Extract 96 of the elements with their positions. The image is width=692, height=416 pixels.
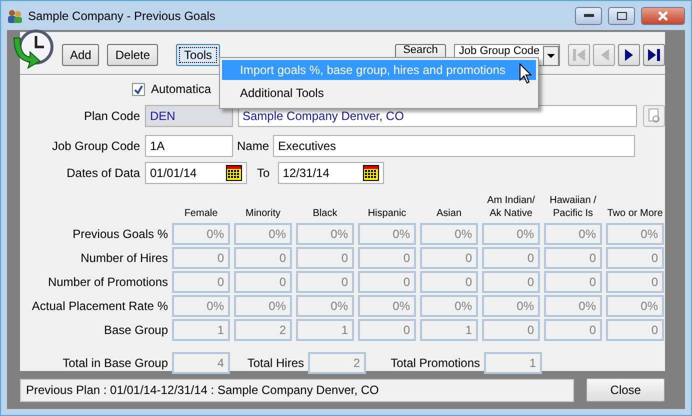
- value-cell: 0: [296, 271, 354, 293]
- value-cell: 0%: [172, 223, 230, 245]
- column-header: Am Indian/ Ak Native: [486, 194, 536, 221]
- value-cell: 0%: [420, 295, 478, 317]
- value-cell: 1: [172, 319, 230, 341]
- column-header: Asian: [435, 207, 462, 221]
- value-cell: 1: [420, 319, 478, 341]
- status-bar: Previous Plan : 01/01/14-12/31/14 : Sample Company Denver, CO: [20, 378, 574, 402]
- value-cell: 0%: [420, 223, 478, 245]
- close-window-button[interactable]: [641, 6, 685, 24]
- row-label: Number of Hires: [80, 251, 168, 265]
- value-cell: 0%: [296, 223, 354, 245]
- next-icon: [624, 48, 634, 62]
- column-header: Minority: [244, 207, 282, 221]
- column-header: Black: [312, 207, 338, 221]
- value-cell: 0%: [606, 223, 664, 245]
- value-cell: 0: [606, 247, 664, 269]
- value-cell: 0: [482, 319, 540, 341]
- column-header: Two or More: [606, 207, 664, 221]
- total-label: Total Hires: [246, 356, 305, 370]
- value-cell: 0: [358, 319, 416, 341]
- minimize-button[interactable]: [575, 6, 602, 24]
- toolbar-button[interactable]: Delete: [107, 44, 158, 66]
- checkbox-label: Automatica: [150, 82, 212, 96]
- value-cell: 0: [606, 319, 664, 341]
- input-field[interactable]: 1A: [145, 135, 233, 157]
- column-header: Hawaiian / Pacific Is: [548, 194, 598, 221]
- value-cell: 0: [482, 247, 540, 269]
- value-cell: 0%: [358, 295, 416, 317]
- close-button[interactable]: Close: [586, 378, 665, 402]
- value-cell: 0%: [482, 223, 540, 245]
- total-value: 4: [172, 352, 230, 374]
- value-cell: 0%: [544, 223, 602, 245]
- row-label: Previous Goals %: [72, 227, 168, 241]
- value-cell: 0: [172, 271, 230, 293]
- input-field[interactable]: Executives: [273, 135, 636, 157]
- minimize-icon: [584, 14, 594, 18]
- dropdown-icon[interactable]: [543, 46, 559, 66]
- date-field[interactable]: 01/01/14: [145, 162, 247, 184]
- lookup-icon[interactable]: [643, 105, 666, 127]
- value-cell: 1: [296, 319, 354, 341]
- last-icon: [648, 48, 660, 62]
- field-label: Job Group Code: [50, 139, 141, 153]
- value-cell: 2: [234, 319, 292, 341]
- row-label: Number of Promotions: [46, 275, 168, 289]
- column-header: Female: [183, 207, 219, 221]
- input-field[interactable]: DEN: [145, 105, 233, 127]
- value-cell: 0%: [234, 295, 292, 317]
- value-cell: 0: [172, 247, 230, 269]
- value-cell: 0: [482, 271, 540, 293]
- total-label: Total Promotions: [390, 356, 481, 370]
- nav-button[interactable]: [643, 44, 665, 66]
- field-label: Plan Code: [82, 109, 141, 123]
- value-cell: 0%: [234, 223, 292, 245]
- value-cell: 0: [420, 271, 478, 293]
- value-cell: 0%: [482, 295, 540, 317]
- maximize-icon: [616, 12, 626, 20]
- total-value: 1: [484, 352, 542, 374]
- field-label: Name: [236, 139, 270, 153]
- value-cell: 0: [420, 247, 478, 269]
- value-cell: 0%: [296, 295, 354, 317]
- close-icon: [658, 10, 668, 20]
- value-cell: 0%: [358, 223, 416, 245]
- total-value: 2: [308, 352, 366, 374]
- value-cell: 0: [234, 247, 292, 269]
- row-label: Actual Placement Rate %: [30, 299, 168, 313]
- field-label: To: [256, 166, 271, 180]
- value-cell: 0: [544, 319, 602, 341]
- previous-icon: [600, 48, 608, 62]
- calendar-icon[interactable]: [362, 165, 379, 181]
- toolbar-button[interactable]: Tools: [176, 44, 220, 66]
- value-cell: 0: [544, 271, 602, 293]
- value-cell: 0%: [172, 295, 230, 317]
- value-cell: 0: [296, 247, 354, 269]
- people-icon: [7, 8, 23, 24]
- value-cell: 0: [234, 271, 292, 293]
- value-cell: 0%: [606, 295, 664, 317]
- value-cell: 0: [606, 271, 664, 293]
- checkbox[interactable]: [132, 82, 145, 96]
- nav-button[interactable]: [618, 44, 640, 66]
- field-label: Dates of Data: [66, 166, 141, 180]
- value-cell: 0: [358, 271, 416, 293]
- value-cell: 0%: [544, 295, 602, 317]
- first-icon: [573, 48, 585, 62]
- maximize-button[interactable]: [608, 6, 635, 24]
- date-field[interactable]: 12/31/14: [278, 162, 384, 184]
- value-cell: 0: [544, 247, 602, 269]
- value-cell: 0: [358, 247, 416, 269]
- window-title: Sample Company - Previous Goals: [28, 8, 216, 22]
- column-header: Hispanic: [366, 207, 408, 221]
- calendar-icon[interactable]: [226, 165, 242, 181]
- cursor-icon: [519, 63, 533, 85]
- row-label: Base Group: [102, 323, 168, 337]
- toolbar-button[interactable]: Add: [62, 44, 100, 66]
- menu-item[interactable]: Additional Tools: [222, 83, 536, 103]
- total-label: Total in Base Group: [62, 356, 169, 370]
